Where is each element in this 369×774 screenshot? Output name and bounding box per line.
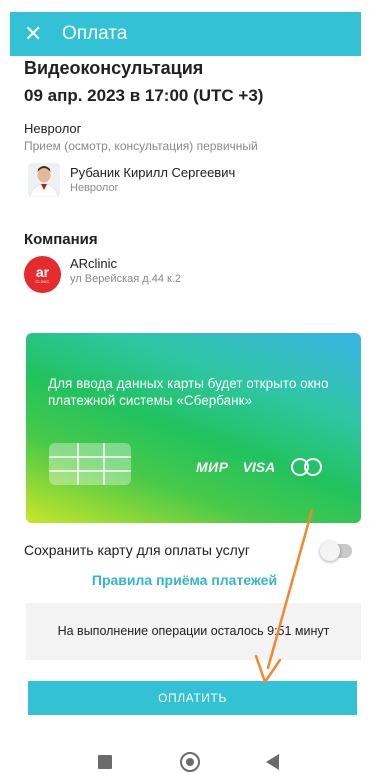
payment-card[interactable]: Для ввода данных карты будет открыто окн…: [26, 333, 361, 523]
appointment-type: Прием (осмотр, консультация) первичный: [24, 139, 258, 153]
save-card-toggle[interactable]: [320, 541, 352, 561]
card-chip-icon: [49, 443, 131, 485]
company-address: ул Верейская д.44 к.2: [70, 273, 182, 285]
clinic-logo: ar CLINIC: [24, 256, 61, 293]
clinic-logo-mark: ar: [35, 264, 50, 280]
page-title: Оплата: [62, 23, 128, 44]
card-info-text: Для ввода данных карты будет открыто окн…: [48, 376, 329, 408]
app-bar: ✕ Оплата: [10, 12, 361, 56]
home-icon[interactable]: [180, 752, 200, 772]
system-nav-bar: [0, 736, 369, 774]
doctor-avatar: [28, 163, 60, 197]
timer-text: На выполнение операции осталось 9:51 мин…: [57, 624, 330, 638]
doctor-specialty: Невролог: [24, 121, 82, 136]
doctor-name: Рубаник Кирилл Сергеевич: [70, 165, 236, 180]
visa-logo: VISA: [242, 459, 276, 475]
toggle-knob: [320, 541, 340, 561]
company-heading: Компания: [24, 231, 98, 248]
doctor-role: Невролог: [70, 182, 119, 194]
close-icon[interactable]: ✕: [24, 23, 46, 45]
service-title: Видеоконсультация: [24, 58, 204, 78]
mastercard-icon: [291, 458, 327, 476]
pay-button[interactable]: ОПЛАТИТЬ: [28, 681, 357, 715]
save-card-label: Сохранить карту для оплаты услуг: [24, 542, 250, 558]
company-name: ARclinic: [70, 256, 117, 271]
back-icon[interactable]: [266, 754, 279, 770]
clinic-logo-sub: CLINIC: [35, 279, 50, 284]
appointment-datetime: 09 апр. 2023 в 17:00 (UTC +3): [24, 86, 264, 105]
payment-rules-link[interactable]: Правила приёма платежей: [0, 572, 369, 588]
card-brands: МИР VISA: [196, 458, 327, 476]
recents-icon[interactable]: [98, 755, 112, 769]
timer-box: На выполнение операции осталось 9:51 мин…: [26, 603, 361, 660]
mir-logo: МИР: [196, 459, 229, 475]
